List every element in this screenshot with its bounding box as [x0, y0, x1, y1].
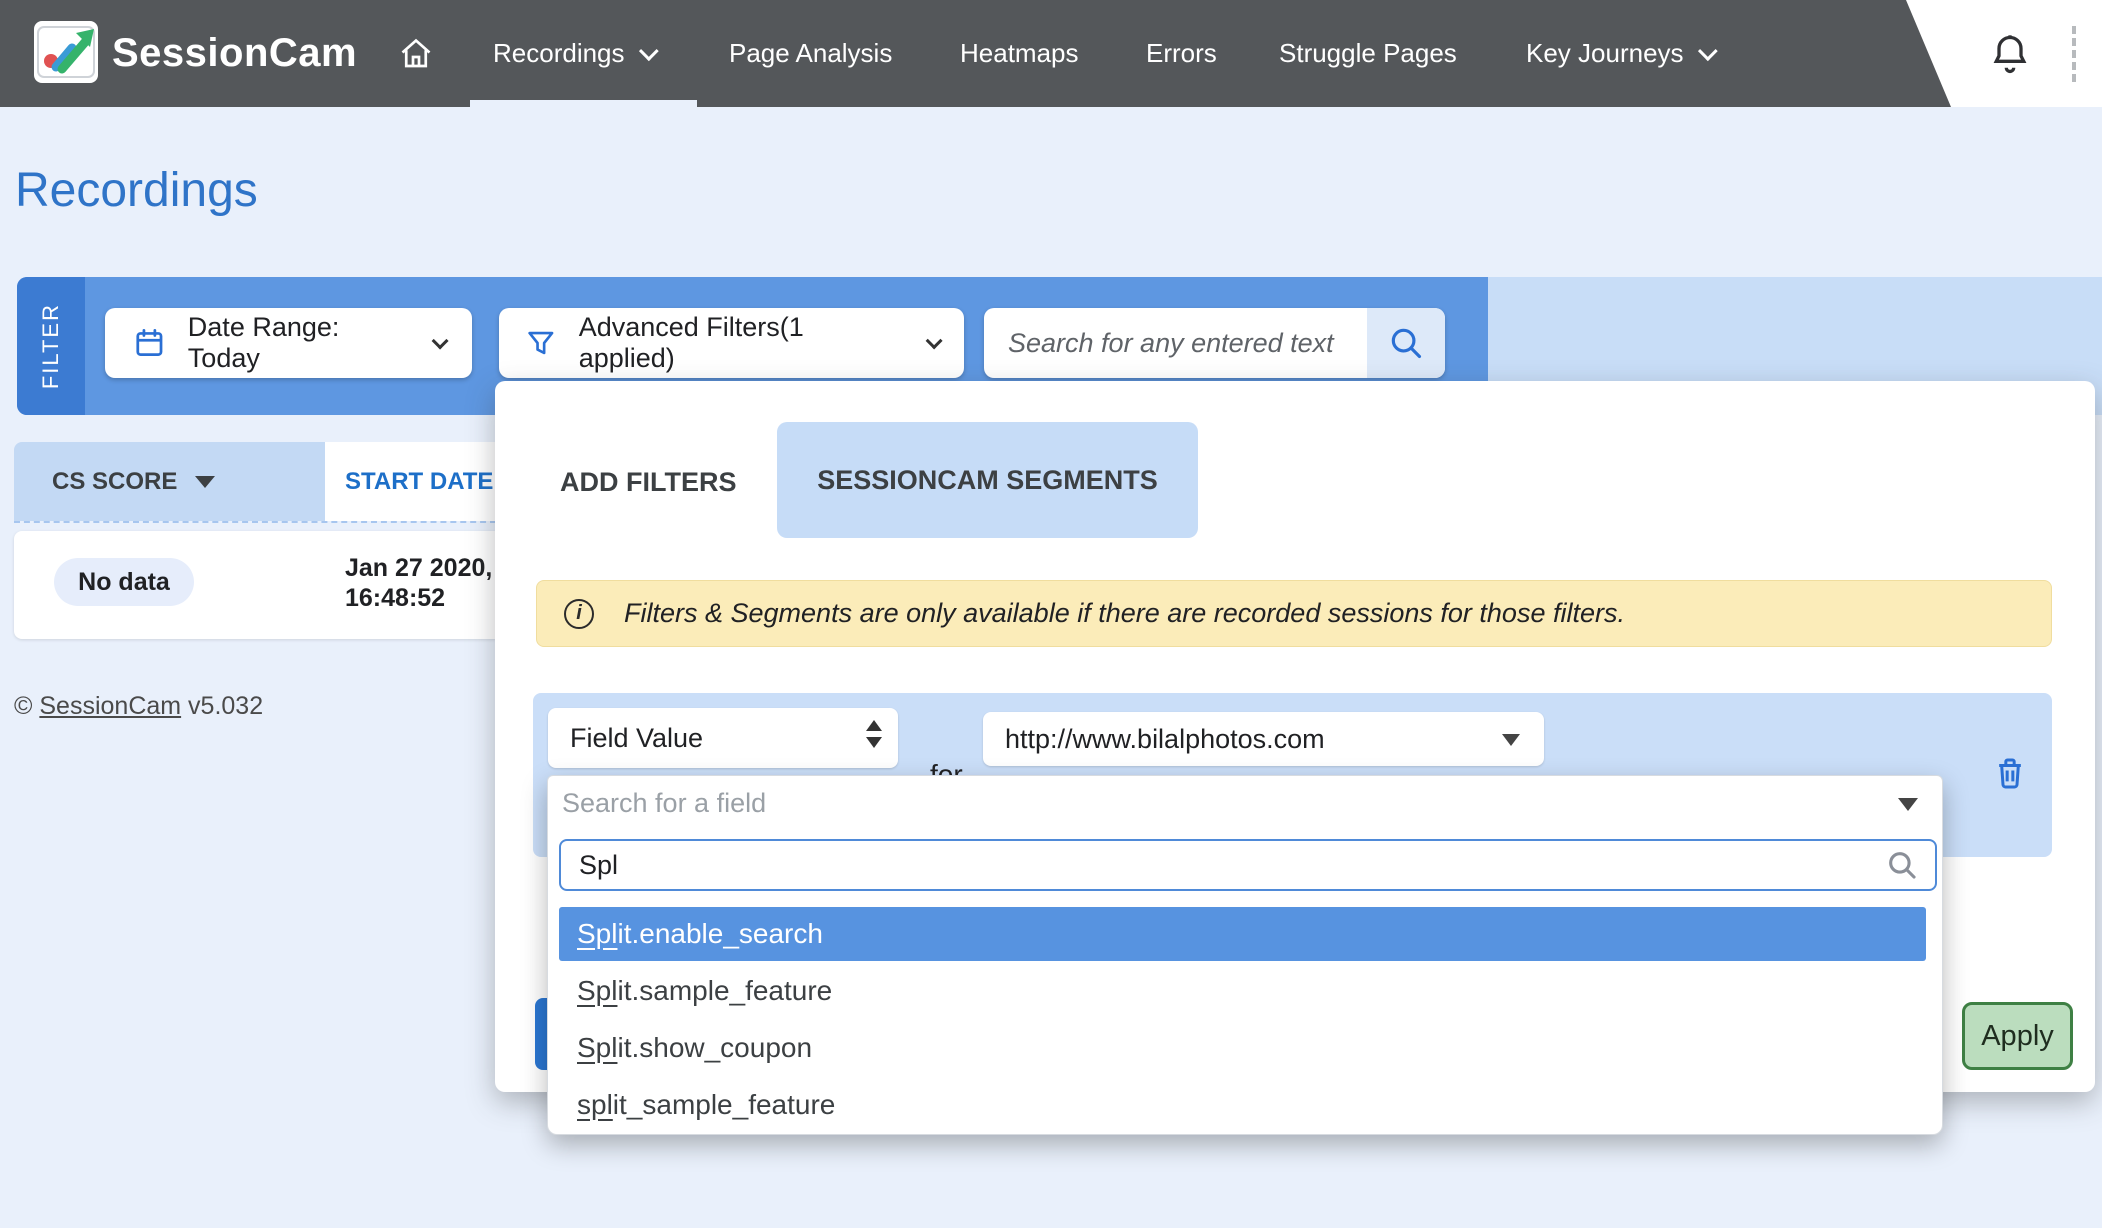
field-search-box [559, 839, 1937, 891]
info-icon: i [564, 599, 594, 629]
apply-button[interactable]: Apply [1962, 1002, 2073, 1070]
delete-filter-button[interactable] [1990, 753, 2034, 797]
search-submit-button[interactable] [1367, 308, 1445, 378]
field-option-split-show-coupon[interactable]: Split.show_coupon [559, 1021, 1926, 1075]
column-header-cs-score[interactable]: CS SCORE [14, 442, 325, 521]
filter-tab[interactable]: FILTER [17, 277, 85, 415]
chevron-down-icon [1697, 41, 1717, 61]
bell-icon [1988, 32, 2032, 76]
segments-notice-banner: i Filters & Segments are only available … [536, 580, 2052, 647]
advanced-filters-panel: ADD FILTERS SESSIONCAM SEGMENTS i Filter… [495, 381, 2095, 1092]
top-nav-bar: SessionCam Recordings Page Analysis Heat… [0, 0, 2102, 107]
sort-descending-icon [195, 476, 215, 488]
version-footer: © SessionCam v5.032 [14, 692, 263, 721]
table-header-row: CS SCORE START DATE [14, 442, 496, 523]
nav-item-heatmaps[interactable]: Heatmaps [960, 0, 1079, 107]
funnel-icon [525, 327, 557, 359]
text-search-box [984, 308, 1445, 378]
trash-icon [1990, 753, 2030, 793]
home-button[interactable] [398, 0, 434, 107]
field-option-split-sample-feature-lc[interactable]: split_sample_feature [559, 1078, 1926, 1132]
brand-name[interactable]: SessionCam [112, 0, 357, 107]
site-select[interactable]: http://www.bilalphotos.com [983, 712, 1544, 766]
select-spinner-icon [866, 720, 882, 748]
home-icon [398, 36, 434, 72]
tab-sessioncam-segments[interactable]: SESSIONCAM SEGMENTS [777, 422, 1198, 538]
calendar-icon [133, 326, 166, 360]
tab-add-filters[interactable]: ADD FILTERS [535, 449, 762, 516]
table-row[interactable]: No data Jan 27 2020, 16:48:52 [14, 531, 496, 639]
sessioncam-logo-icon[interactable] [34, 21, 98, 83]
nav-item-recordings[interactable]: Recordings [493, 0, 653, 107]
nav-item-key-journeys[interactable]: Key Journeys [1526, 0, 1712, 107]
advanced-filters-button[interactable]: Advanced Filters(1 applied) [499, 308, 964, 378]
sessioncam-app: SessionCam Recordings Page Analysis Heat… [0, 0, 2102, 1228]
column-header-start-date[interactable]: START DATE [325, 442, 496, 521]
notifications-bell-button[interactable] [1988, 32, 2032, 76]
search-icon [1387, 324, 1425, 362]
dropdown-arrow-icon [1502, 734, 1520, 746]
chevron-down-icon [638, 41, 658, 61]
field-option-split-sample-feature[interactable]: Split.sample_feature [559, 964, 1926, 1018]
start-date-cell: Jan 27 2020, 16:48:52 [345, 553, 492, 613]
field-search-input[interactable] [561, 850, 1885, 881]
field-option-split-enable-search[interactable]: Split.enable_search [559, 907, 1926, 961]
overflow-menu-icon[interactable] [2072, 26, 2076, 82]
text-search-input[interactable] [984, 308, 1367, 378]
field-combobox-placeholder: Search for a field [562, 788, 766, 819]
sessioncam-link[interactable]: SessionCam [39, 692, 181, 720]
chevron-down-icon [432, 333, 449, 350]
field-dropdown-popup: Search for a field Split.enable_search S… [547, 775, 1943, 1135]
cs-score-badge: No data [54, 558, 194, 606]
chevron-down-icon [926, 332, 943, 349]
date-range-button[interactable]: Date Range: Today [105, 308, 472, 378]
search-icon [1885, 848, 1919, 882]
field-type-select[interactable]: Field Value [548, 708, 898, 768]
nav-item-struggle-pages[interactable]: Struggle Pages [1279, 0, 1457, 107]
dropdown-arrow-icon [1898, 798, 1918, 811]
nav-item-errors[interactable]: Errors [1146, 0, 1217, 107]
nav-item-page-analysis[interactable]: Page Analysis [729, 0, 892, 107]
page-title: Recordings [15, 163, 258, 218]
field-combobox[interactable]: Search for a field [548, 776, 1942, 830]
